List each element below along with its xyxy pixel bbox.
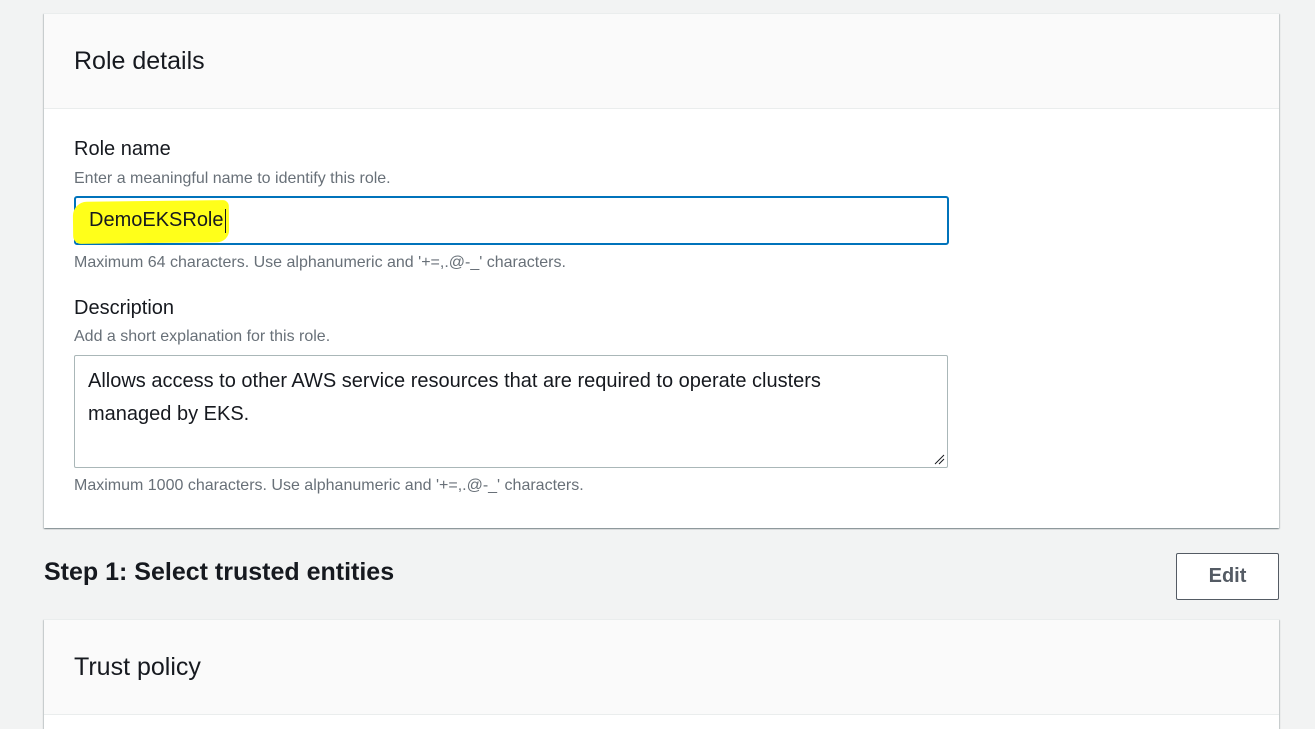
trust-policy-header: Trust policy (44, 620, 1279, 715)
description-label: Description (74, 297, 175, 319)
description-field: Description Add a short explanation for … (74, 296, 1249, 496)
role-name-description: Enter a meaningful name to identify this… (74, 170, 391, 187)
role-details-panel: Role details Role name Enter a meaningfu… (44, 13, 1279, 528)
trust-policy-title: Trust policy (74, 652, 201, 681)
role-name-constraint: Maximum 64 characters. Use alphanumeric … (74, 254, 566, 271)
description-textarea[interactable]: Allows access to other AWS service resou… (74, 355, 948, 468)
description-description: Add a short explanation for this role. (74, 328, 331, 345)
role-details-body: Role name Enter a meaningful name to ide… (44, 109, 1279, 526)
role-name-value: DemoEKSRole (89, 209, 224, 231)
role-name-field: Role name Enter a meaningful name to ide… (72, 137, 1249, 273)
role-name-input[interactable]: DemoEKSRole (72, 196, 949, 245)
resize-grip-icon[interactable] (933, 453, 945, 465)
description-value: Allows access to other AWS service resou… (88, 370, 821, 425)
description-constraint: Maximum 1000 characters. Use alphanumeri… (74, 477, 584, 494)
step1-title: Step 1: Select trusted entities (44, 558, 395, 586)
trust-policy-panel: Trust policy (44, 619, 1279, 729)
text-caret (224, 208, 226, 233)
role-details-header: Role details (44, 14, 1279, 109)
role-name-label: Role name (74, 138, 171, 160)
role-details-title: Role details (74, 46, 205, 75)
edit-button[interactable]: Edit (1176, 553, 1279, 600)
